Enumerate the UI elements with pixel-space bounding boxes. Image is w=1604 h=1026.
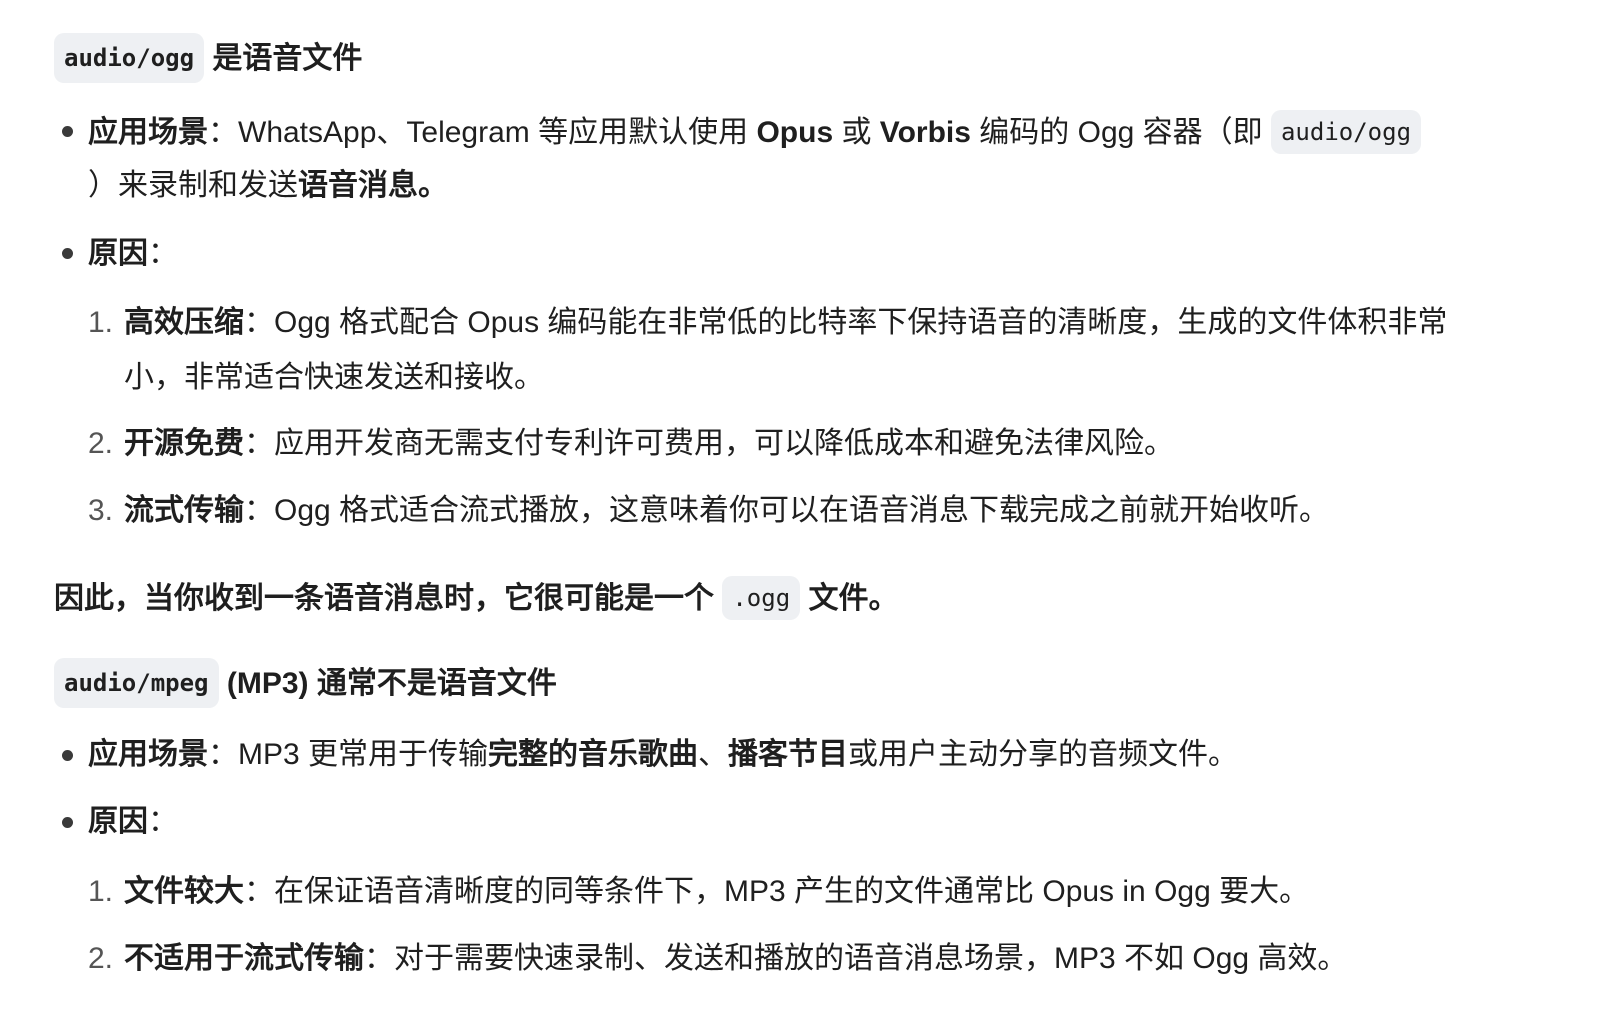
heading-text: 是语音文件 [212,42,363,75]
bold-music: 完整的音乐歌曲 [488,738,699,771]
colon: ： [148,805,178,838]
conclusion-text: 因此，当你收到一条语音消息时，它很可能是一个 [54,582,723,615]
inline-code: audio/mpeg [54,658,219,708]
item-label: 不适用于流式传输 [124,942,364,975]
list-item: 文件较大：在保证语音清晰度的同等条件下，MP3 产生的文件通常比 Opus in… [124,872,1309,912]
colon: ： [244,306,274,339]
bold-podcast: 播客节目 [728,738,849,771]
item-label: 高效压缩 [124,306,244,339]
bold-vorbis: Vorbis [879,116,971,149]
reason-heading: 原因： [88,234,178,274]
item-text: 应用开发商无需支付专利许可费用，可以降低成本和避免法律风险。 [274,427,1174,460]
usage-text: 、 [698,738,729,771]
conclusion-text: 文件。 [800,582,899,615]
reason-label: 原因 [88,805,148,838]
inline-code: .ogg [722,576,801,620]
document: audio/ogg 是语音文件 应用场景：WhatsApp、Telegram 等… [0,0,1604,1026]
section1-heading: audio/ogg 是语音文件 [54,33,363,83]
item-label: 文件较大 [124,875,244,908]
list-number: 3. [88,494,114,527]
reason-label: 原因 [88,237,148,270]
inline-code: audio/ogg [54,33,205,83]
bold-opus: Opus [756,116,834,149]
list-item: 流式传输：Ogg 格式适合流式播放，这意味着你可以在语音消息下载完成之前就开始收… [124,491,1329,531]
bullet-icon [62,248,73,259]
list-number: 1. [88,306,114,339]
list-number: 2. [88,427,114,460]
inline-code: audio/ogg [1270,110,1422,154]
bold-voice-message: 语音消息 [298,169,418,202]
bullet-icon [62,126,73,137]
usage-text: ）来录制和发送 [88,169,298,202]
bullet-icon [62,750,73,761]
item-text: 对于需要快速录制、发送和播放的语音消息场景，MP3 不如 Ogg 高效。 [394,942,1348,975]
heading-text: (MP3) 通常不是语音文件 [226,667,557,700]
item-label: 开源免费 [124,427,244,460]
colon: ： [208,116,238,149]
list-item: 不适用于流式传输：对于需要快速录制、发送和播放的语音消息场景，MP3 不如 Og… [124,939,1347,979]
usage-text: WhatsApp、Telegram 等应用默认使用 [238,116,757,149]
usage-text: 编码的 Ogg 容器（即 [970,116,1271,149]
colon: ： [208,738,238,771]
item-text: Ogg 格式适合流式播放，这意味着你可以在语音消息下载完成之前就开始收听。 [274,494,1330,527]
list-item: 高效压缩：Ogg 格式配合 Opus 编码能在非常低的比特率下保持语音的清晰度，… [124,303,1447,343]
usage-item: 应用场景：WhatsApp、Telegram 等应用默认使用 Opus 或 Vo… [88,110,1422,154]
colon: ： [244,427,274,460]
usage-text: 或用户主动分享的音频文件。 [848,738,1239,771]
usage-item: 应用场景：MP3 更常用于传输完整的音乐歌曲、播客节目或用户主动分享的音频文件。 [88,735,1238,775]
colon: ： [244,494,274,527]
colon: ： [244,875,274,908]
colon: ： [148,237,178,270]
usage-item-line2: ）来录制和发送语音消息。 [88,166,448,206]
list-item: 开源免费：应用开发商无需支付专利许可费用，可以降低成本和避免法律风险。 [124,424,1174,464]
list-item-line2: 小，非常适合快速发送和接收。 [124,358,544,398]
item-text: 小，非常适合快速发送和接收。 [124,361,544,394]
item-text: 在保证语音清晰度的同等条件下，MP3 产生的文件通常比 Opus in Ogg … [274,875,1310,908]
list-number: 2. [88,942,114,975]
item-label: 流式传输 [124,494,244,527]
period: 。 [418,169,448,202]
usage-label: 应用场景 [88,738,208,771]
usage-label: 应用场景 [88,116,208,149]
item-text: Ogg 格式配合 Opus 编码能在非常低的比特率下保持语音的清晰度，生成的文件… [274,306,1448,339]
bullet-icon [62,817,73,828]
section2-heading: audio/mpeg (MP3) 通常不是语音文件 [54,658,557,708]
usage-text: 或 [833,116,880,149]
list-number: 1. [88,875,114,908]
colon: ： [364,942,394,975]
conclusion: 因此，当你收到一条语音消息时，它很可能是一个 .ogg 文件。 [54,576,899,620]
reason-heading: 原因： [88,802,178,842]
usage-text: MP3 更常用于传输 [238,738,489,771]
